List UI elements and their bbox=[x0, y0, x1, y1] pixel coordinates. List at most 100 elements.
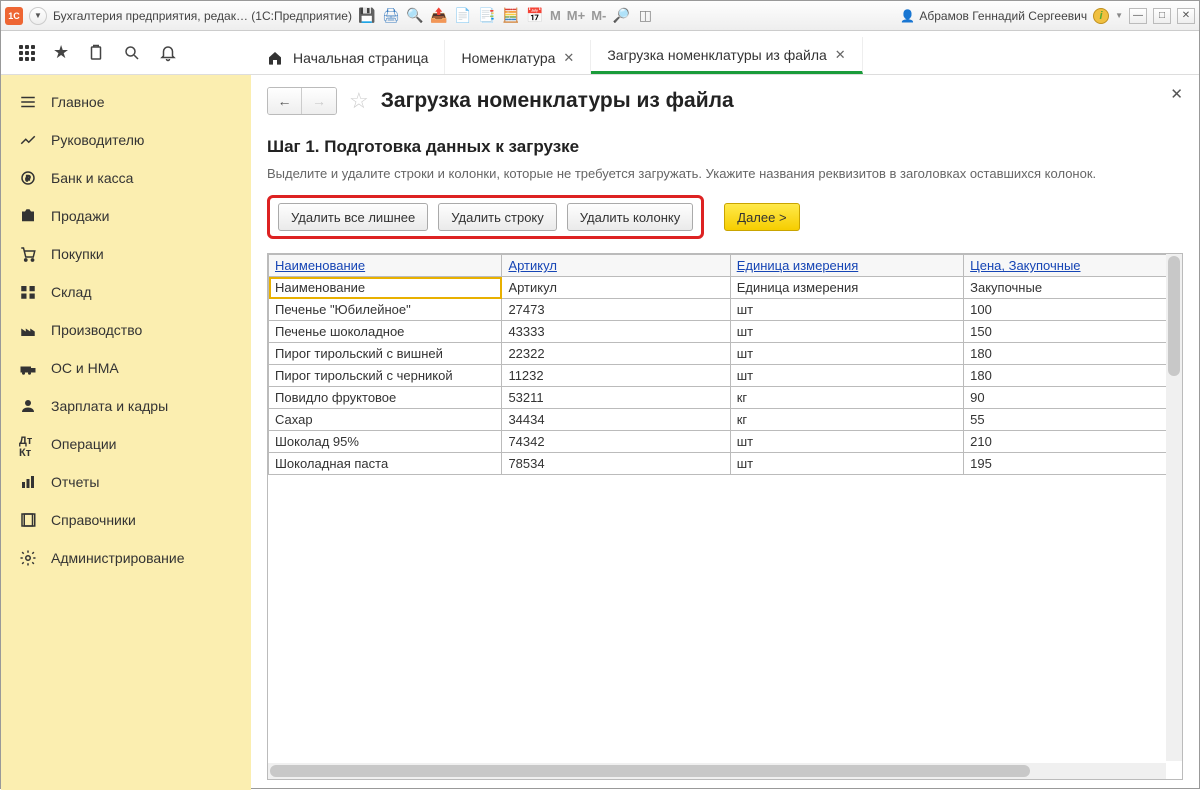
table-cell[interactable]: 55 bbox=[964, 409, 1182, 431]
sidebar-item-purchases[interactable]: Покупки bbox=[1, 235, 251, 273]
maximize-button[interactable]: □ bbox=[1153, 8, 1171, 24]
tab-import[interactable]: Загрузка номенклатуры из файла ✕ bbox=[591, 37, 862, 74]
sidebar-item-main[interactable]: Главное bbox=[1, 83, 251, 121]
table-cell[interactable]: 53211 bbox=[502, 387, 730, 409]
tab-close-icon[interactable]: ✕ bbox=[835, 47, 846, 63]
favorite-star-icon[interactable]: ☆ bbox=[349, 88, 369, 114]
table-cell[interactable]: шт bbox=[730, 299, 963, 321]
sidebar-item-operations[interactable]: Дт КтОперации bbox=[1, 425, 251, 463]
delete-column-button[interactable]: Удалить колонку bbox=[567, 203, 694, 231]
vertical-scrollbar[interactable] bbox=[1166, 254, 1182, 761]
table-cell[interactable]: Печенье "Юбилейное" bbox=[269, 299, 502, 321]
calendar-icon[interactable]: 📅 bbox=[526, 7, 544, 25]
grid-header[interactable]: Артикул bbox=[502, 255, 730, 277]
bell-icon[interactable] bbox=[159, 44, 177, 62]
table-cell[interactable]: Шоколад 95% bbox=[269, 431, 502, 453]
grid-header[interactable]: Цена, Закупочные bbox=[964, 255, 1182, 277]
delete-all-extra-button[interactable]: Удалить все лишнее bbox=[278, 203, 428, 231]
memory-mminus[interactable]: M- bbox=[591, 8, 606, 23]
grid-header[interactable]: Наименование bbox=[269, 255, 502, 277]
table-row[interactable]: Пирог тирольский с черникой11232шт180 bbox=[269, 365, 1182, 387]
save-icon[interactable]: 💾 bbox=[358, 7, 376, 25]
table-row[interactable]: Печенье "Юбилейное"27473шт100 bbox=[269, 299, 1182, 321]
header-link[interactable]: Цена, Закупочные bbox=[970, 258, 1080, 273]
table-cell[interactable]: 195 bbox=[964, 453, 1182, 475]
next-button[interactable]: Далее > bbox=[724, 203, 799, 231]
table-cell[interactable]: 180 bbox=[964, 365, 1182, 387]
table-cell[interactable]: шт bbox=[730, 343, 963, 365]
table-cell[interactable]: шт bbox=[730, 453, 963, 475]
sidebar-item-warehouse[interactable]: Склад bbox=[1, 273, 251, 311]
doc-print2-icon[interactable]: 📄 bbox=[454, 7, 472, 25]
nav-back-button[interactable]: ← bbox=[268, 88, 302, 114]
header-link[interactable]: Наименование bbox=[275, 258, 365, 273]
table-cell[interactable]: Шоколадная паста bbox=[269, 453, 502, 475]
panels-icon[interactable]: ◫ bbox=[636, 7, 654, 25]
sidebar-item-catalogs[interactable]: Справочники bbox=[1, 501, 251, 539]
sidebar-item-sales[interactable]: Продажи bbox=[1, 197, 251, 235]
table-cell[interactable]: 27473 bbox=[502, 299, 730, 321]
table-cell[interactable]: кг bbox=[730, 409, 963, 431]
table-cell[interactable]: 22322 bbox=[502, 343, 730, 365]
print-icon[interactable]: 🖨 bbox=[382, 7, 400, 25]
zoom-icon[interactable]: 🔎 bbox=[612, 7, 630, 25]
table-cell[interactable]: Наименование bbox=[269, 277, 502, 299]
table-cell[interactable]: Пирог тирольский с вишней bbox=[269, 343, 502, 365]
table-row[interactable]: Пирог тирольский с вишней22322шт180 bbox=[269, 343, 1182, 365]
table-cell[interactable]: кг bbox=[730, 387, 963, 409]
table-cell[interactable]: Повидло фруктовое bbox=[269, 387, 502, 409]
table-row[interactable]: Шоколад 95%74342шт210 bbox=[269, 431, 1182, 453]
table-row[interactable]: Сахар34434кг55 bbox=[269, 409, 1182, 431]
table-cell[interactable]: шт bbox=[730, 321, 963, 343]
calculator-icon[interactable]: 🧮 bbox=[502, 7, 520, 25]
tab-home[interactable]: Начальная страница bbox=[251, 40, 445, 74]
sidebar-item-salary[interactable]: Зарплата и кадры bbox=[1, 387, 251, 425]
sidebar-item-manager[interactable]: Руководителю bbox=[1, 121, 251, 159]
preview-icon[interactable]: 🔍 bbox=[406, 7, 424, 25]
tab-close-icon[interactable]: ✕ bbox=[563, 50, 574, 66]
table-row[interactable]: НаименованиеАртикулЕдиница измеренияЗаку… bbox=[269, 277, 1182, 299]
memory-mplus[interactable]: M+ bbox=[567, 8, 585, 23]
table-cell[interactable]: 78534 bbox=[502, 453, 730, 475]
delete-row-button[interactable]: Удалить строку bbox=[438, 203, 557, 231]
user-label[interactable]: 👤 Абрамов Геннадий Сергеевич bbox=[900, 9, 1087, 23]
minimize-button[interactable]: — bbox=[1129, 8, 1147, 24]
search-icon[interactable] bbox=[123, 44, 141, 62]
table-cell[interactable]: Единица измерения bbox=[730, 277, 963, 299]
table-cell[interactable]: 90 bbox=[964, 387, 1182, 409]
star-icon[interactable]: ★ bbox=[53, 42, 69, 63]
page-close-icon[interactable]: ✕ bbox=[1170, 85, 1183, 103]
table-cell[interactable]: Пирог тирольский с черникой bbox=[269, 365, 502, 387]
table-cell[interactable]: 150 bbox=[964, 321, 1182, 343]
horizontal-scrollbar[interactable] bbox=[268, 763, 1166, 779]
close-window-button[interactable]: ✕ bbox=[1177, 8, 1195, 24]
table-cell[interactable]: Артикул bbox=[502, 277, 730, 299]
apps-grid-icon[interactable] bbox=[19, 45, 35, 61]
header-link[interactable]: Артикул bbox=[508, 258, 556, 273]
info-dropdown-icon[interactable]: ▼ bbox=[1115, 11, 1123, 20]
table-row[interactable]: Повидло фруктовое53211кг90 bbox=[269, 387, 1182, 409]
info-icon[interactable]: i bbox=[1093, 8, 1109, 24]
clipboard-icon[interactable] bbox=[87, 44, 105, 62]
table-row[interactable]: Печенье шоколадное43333шт150 bbox=[269, 321, 1182, 343]
sidebar-item-assets[interactable]: ОС и НМА bbox=[1, 349, 251, 387]
table-cell[interactable]: Закупочные bbox=[964, 277, 1182, 299]
nav-forward-button[interactable]: → bbox=[302, 88, 336, 114]
sidebar-item-reports[interactable]: Отчеты bbox=[1, 463, 251, 501]
table-cell[interactable]: 100 bbox=[964, 299, 1182, 321]
table-cell[interactable]: 210 bbox=[964, 431, 1182, 453]
scrollbar-thumb[interactable] bbox=[270, 765, 1030, 777]
table-row[interactable]: Шоколадная паста78534шт195 bbox=[269, 453, 1182, 475]
doc-send-icon[interactable]: 📤 bbox=[430, 7, 448, 25]
table-cell[interactable]: шт bbox=[730, 365, 963, 387]
data-grid[interactable]: Наименование Артикул Единица измерения Ц… bbox=[268, 254, 1182, 475]
sidebar-item-admin[interactable]: Администрирование bbox=[1, 539, 251, 577]
table-cell[interactable]: 74342 bbox=[502, 431, 730, 453]
table-cell[interactable]: шт bbox=[730, 431, 963, 453]
table-cell[interactable]: Сахар bbox=[269, 409, 502, 431]
sidebar-item-bank[interactable]: ₽Банк и касса bbox=[1, 159, 251, 197]
grid-header[interactable]: Единица измерения bbox=[730, 255, 963, 277]
sidebar-item-production[interactable]: Производство bbox=[1, 311, 251, 349]
table-cell[interactable]: 43333 bbox=[502, 321, 730, 343]
memory-m[interactable]: M bbox=[550, 8, 561, 23]
